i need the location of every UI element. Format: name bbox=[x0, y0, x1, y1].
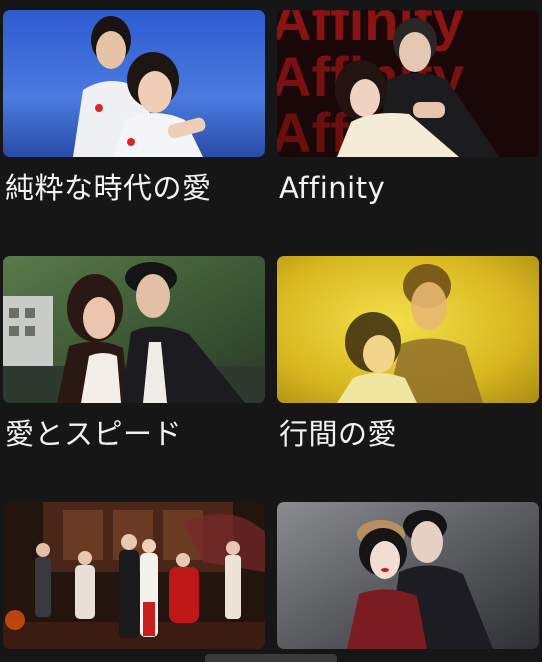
poster-thumbnail[interactable] bbox=[3, 10, 265, 157]
couple-in-mountains-poster bbox=[3, 256, 265, 403]
drama-card[interactable]: Affinity Affinity Affinity Affinity bbox=[277, 10, 539, 205]
drama-card[interactable] bbox=[277, 502, 539, 649]
drama-card[interactable] bbox=[3, 502, 265, 649]
poster-thumbnail[interactable] bbox=[3, 256, 265, 403]
golden-light-couple-poster bbox=[277, 256, 539, 403]
historical-ensemble-poster bbox=[3, 502, 265, 649]
couple-in-school-uniforms-poster bbox=[3, 10, 265, 157]
drama-card[interactable]: 純粋な時代の愛 bbox=[3, 10, 265, 205]
home-indicator[interactable] bbox=[205, 654, 337, 662]
drama-title: 純粋な時代の愛 bbox=[5, 171, 212, 205]
historical-couple-poster bbox=[277, 502, 539, 649]
poster-thumbnail[interactable] bbox=[277, 256, 539, 403]
drama-title: 行間の愛 bbox=[279, 417, 398, 451]
poster-thumbnail[interactable]: Affinity Affinity Affinity bbox=[277, 10, 539, 157]
poster-thumbnail[interactable] bbox=[277, 502, 539, 649]
poster-thumbnail[interactable] bbox=[3, 502, 265, 649]
drama-title: Affinity bbox=[279, 171, 386, 205]
affinity-drama-poster: Affinity Affinity Affinity bbox=[277, 10, 539, 157]
drama-title: 愛とスピード bbox=[5, 417, 183, 451]
drama-card[interactable]: 愛とスピード bbox=[3, 256, 265, 451]
drama-card[interactable]: 行間の愛 bbox=[277, 256, 539, 451]
drama-grid: 純粋な時代の愛 Affinity Affinity Affinity Affin… bbox=[0, 0, 542, 662]
